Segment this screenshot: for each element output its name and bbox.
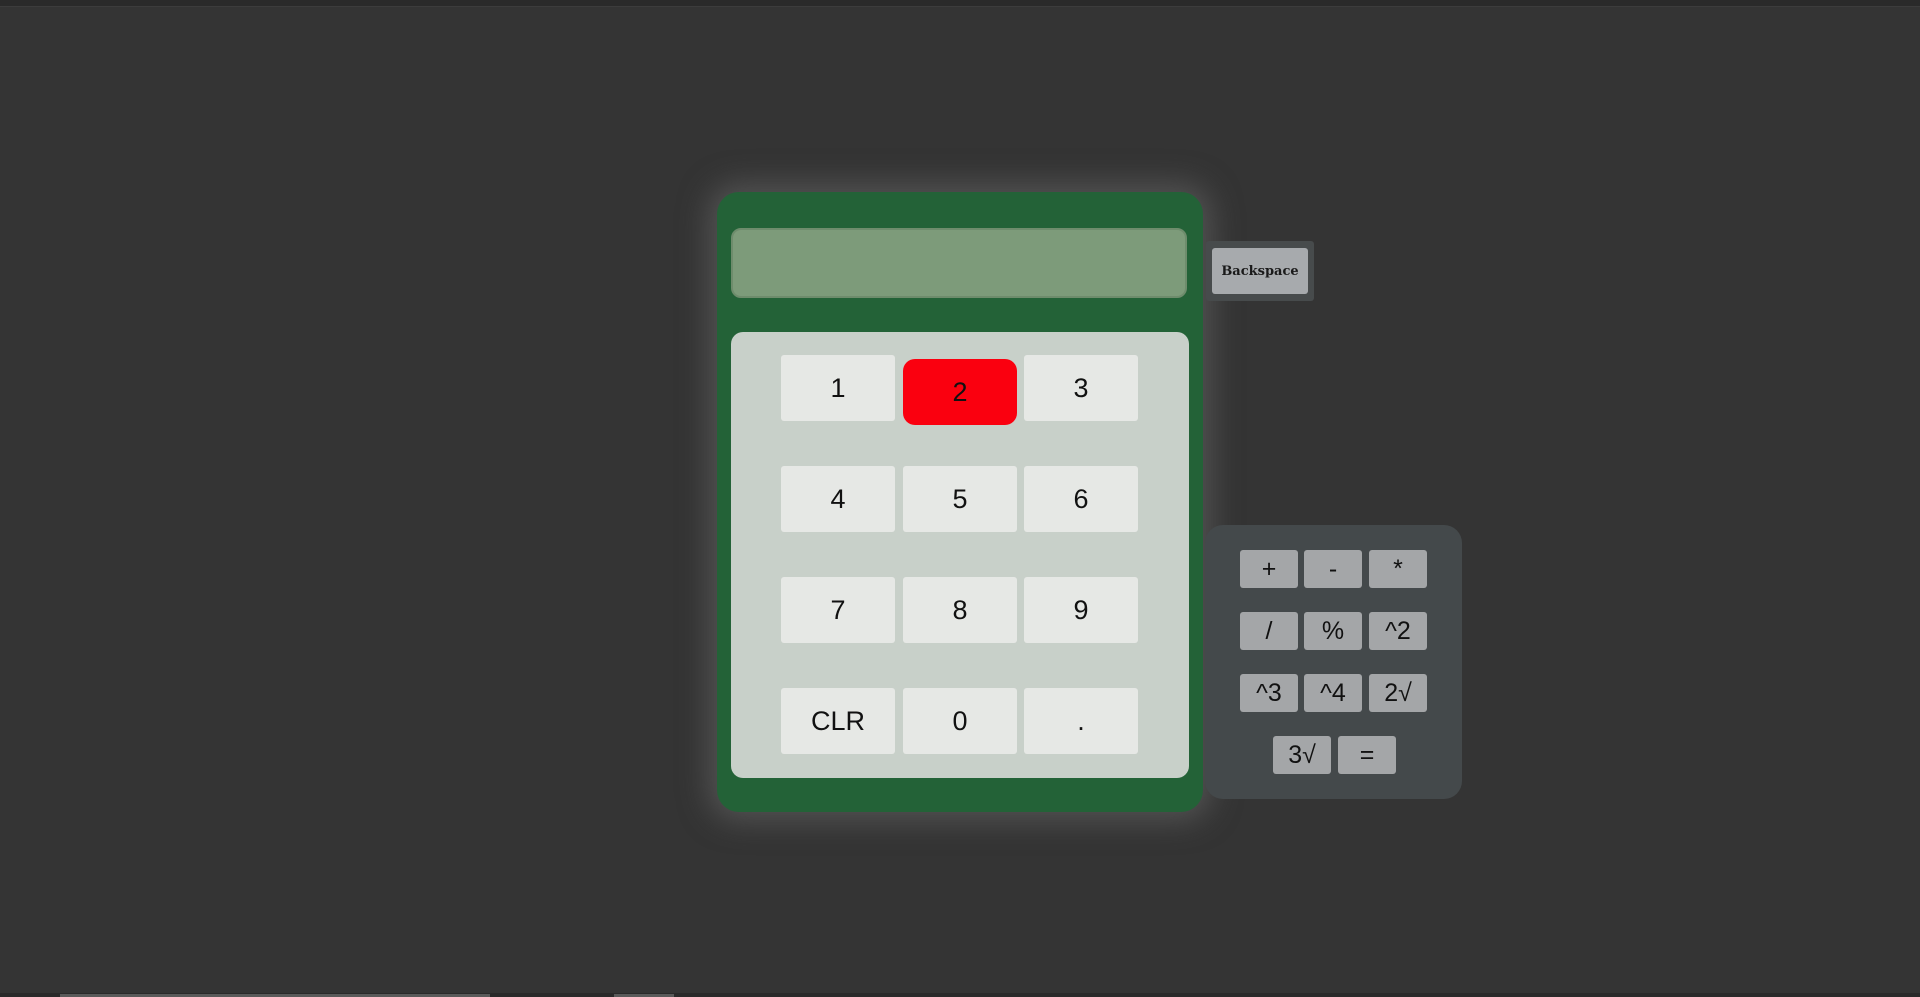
equals-button[interactable]: = [1338, 736, 1396, 774]
key-0[interactable]: 0 [903, 688, 1017, 754]
key-1[interactable]: 1 [781, 355, 895, 421]
cube-button[interactable]: ^3 [1240, 674, 1298, 712]
percent-button[interactable]: % [1304, 612, 1362, 650]
backspace-button[interactable]: Backspace [1212, 248, 1308, 294]
calculator-body: 1 2 3 4 5 6 7 8 9 CLR 0 . [717, 192, 1203, 812]
key-2[interactable]: 2 [903, 359, 1017, 425]
calculator-display [731, 228, 1187, 298]
key-6[interactable]: 6 [1024, 466, 1138, 532]
key-8[interactable]: 8 [903, 577, 1017, 643]
square-button[interactable]: ^2 [1369, 612, 1427, 650]
key-9[interactable]: 9 [1024, 577, 1138, 643]
operator-panel: + - * / % ^2 ^3 ^4 2√ 3√ = [1205, 525, 1462, 799]
backspace-container: Backspace [1206, 241, 1314, 301]
square-root-button[interactable]: 2√ [1369, 674, 1427, 712]
clear-button[interactable]: CLR [781, 688, 895, 754]
multiply-button[interactable]: * [1369, 550, 1427, 588]
key-4[interactable]: 4 [781, 466, 895, 532]
top-border [0, 0, 1920, 7]
cube-root-button[interactable]: 3√ [1273, 736, 1331, 774]
decimal-button[interactable]: . [1024, 688, 1138, 754]
divide-button[interactable]: / [1240, 612, 1298, 650]
fourth-power-button[interactable]: ^4 [1304, 674, 1362, 712]
key-7[interactable]: 7 [781, 577, 895, 643]
key-3[interactable]: 3 [1024, 355, 1138, 421]
key-5[interactable]: 5 [903, 466, 1017, 532]
add-button[interactable]: + [1240, 550, 1298, 588]
number-keypad: 1 2 3 4 5 6 7 8 9 CLR 0 . [731, 332, 1189, 778]
subtract-button[interactable]: - [1304, 550, 1362, 588]
